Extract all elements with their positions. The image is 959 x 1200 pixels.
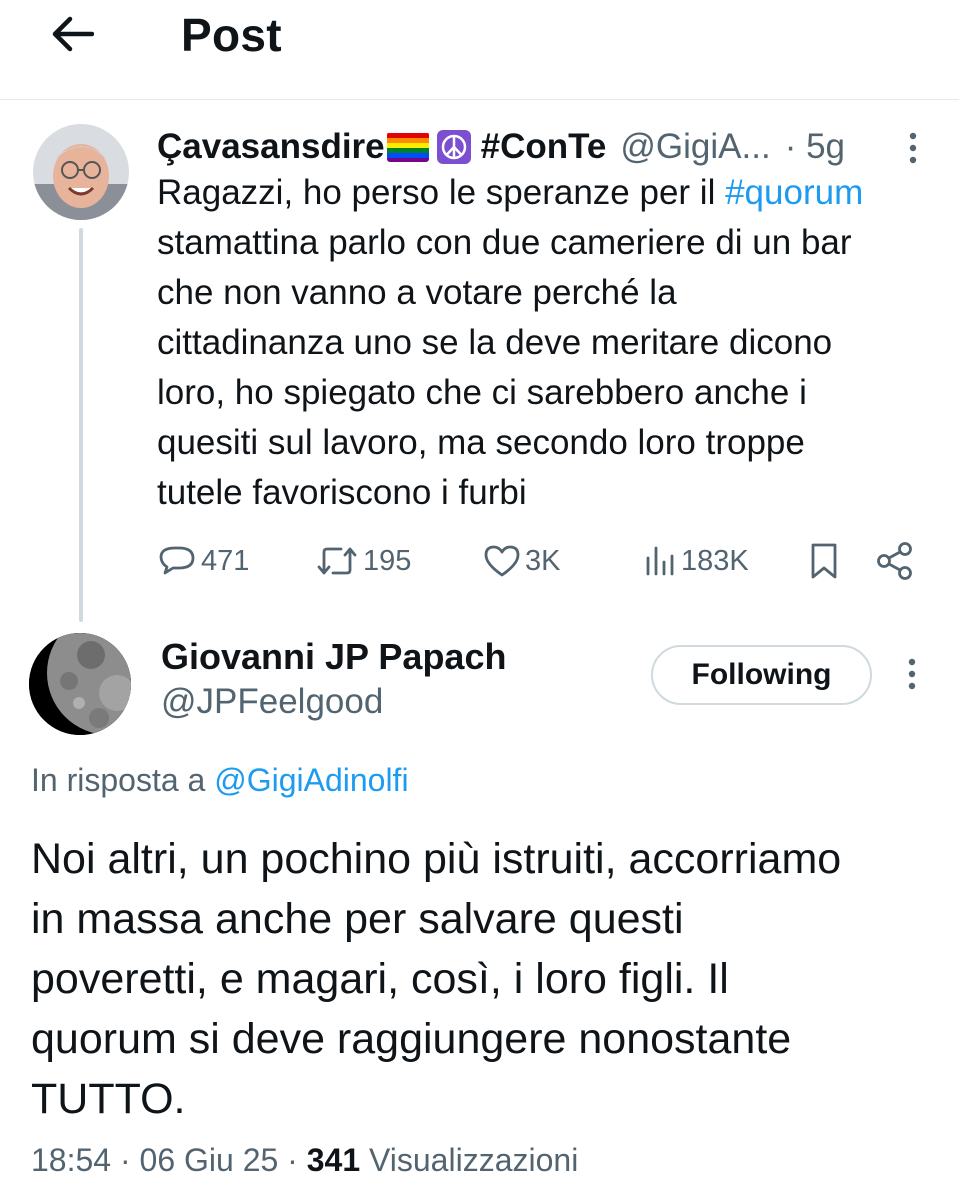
display-name-suffix[interactable]: #ConTe bbox=[481, 127, 607, 167]
peace-symbol-icon bbox=[436, 130, 471, 164]
text-segment: Ragazzi, ho perso le speranze per il bbox=[157, 173, 726, 212]
more-options-button[interactable] bbox=[897, 652, 927, 696]
like-icon bbox=[484, 545, 520, 577]
views-icon bbox=[646, 546, 674, 576]
tweet-text: Ragazzi, ho perso le speranze per il #qu… bbox=[157, 168, 947, 518]
reply-button[interactable]: 471 bbox=[157, 536, 249, 586]
views-button[interactable]: 183K bbox=[643, 536, 749, 586]
thread-connector bbox=[79, 228, 83, 622]
separator: · bbox=[119, 1142, 131, 1178]
repost-button[interactable]: 195 bbox=[315, 536, 411, 586]
bookmark-icon bbox=[811, 543, 837, 579]
timestamp[interactable]: · 5g bbox=[785, 127, 845, 167]
repost-icon bbox=[317, 547, 357, 575]
tweet-text-line: loro, ho spiegato che ci sarebbero anche… bbox=[157, 373, 807, 412]
like-count: 3K bbox=[525, 544, 561, 577]
tweet-author-row: Çavasansdire #ConTe @GigiA... · 5g bbox=[157, 124, 845, 170]
tweet-text-line: che non vanno a votare perché la bbox=[157, 273, 677, 312]
reply-count: 471 bbox=[201, 544, 250, 577]
time-ago: 5g bbox=[806, 127, 846, 166]
separator: · bbox=[784, 127, 797, 166]
tweet-text-line: tutele favoriscono i furbi bbox=[157, 473, 527, 512]
bookmark-button[interactable] bbox=[807, 536, 845, 586]
tweet-text-line: stamattina parlo con due cameriere di un… bbox=[157, 223, 852, 262]
back-button[interactable] bbox=[48, 10, 96, 58]
view-count: 183K bbox=[681, 544, 749, 577]
tweet-text-line: cittadinanza uno se la deve meritare dic… bbox=[157, 323, 833, 362]
reply-icon bbox=[159, 546, 195, 575]
tweet-text-line: TUTTO. bbox=[31, 1075, 186, 1123]
user-handle[interactable]: @JPFeelgood bbox=[161, 682, 383, 722]
more-options-button[interactable] bbox=[898, 126, 928, 170]
repost-count: 195 bbox=[363, 544, 412, 577]
more-icon bbox=[909, 132, 917, 164]
rainbow-flag-icon bbox=[386, 132, 429, 162]
separator: · bbox=[287, 1142, 298, 1178]
avatar[interactable] bbox=[33, 124, 129, 220]
avatar[interactable] bbox=[29, 633, 131, 735]
reply-context: In risposta a @GigiAdinolfi bbox=[31, 762, 409, 799]
views-count: 341 bbox=[306, 1142, 361, 1178]
tweet-text: Noi altri, un pochino più istruiti, acco… bbox=[31, 829, 941, 1129]
reply-mention-link[interactable]: @GigiAdinolfi bbox=[214, 762, 408, 798]
display-name[interactable]: Çavasansdire bbox=[157, 127, 385, 167]
hashtag-link[interactable]: #quorum bbox=[725, 173, 863, 212]
reply-prefix: In risposta a bbox=[31, 762, 215, 798]
page-title: Post bbox=[181, 9, 282, 61]
tweet-text-line: in massa anche per salvare questi bbox=[31, 895, 684, 943]
tweet-text-line: poveretti, e magari, così, i loro figli.… bbox=[31, 955, 729, 1003]
share-button[interactable] bbox=[875, 536, 919, 586]
display-name[interactable]: Giovanni JP Papach bbox=[161, 636, 506, 678]
more-icon bbox=[908, 658, 916, 690]
following-button[interactable]: Following bbox=[651, 645, 872, 705]
tweet-text-line: Ragazzi, ho perso le speranze per il #qu… bbox=[157, 168, 947, 218]
like-button[interactable]: 3K bbox=[483, 536, 560, 586]
share-icon bbox=[877, 542, 912, 580]
tweet-actions: 471 195 3K 183K bbox=[157, 536, 927, 586]
post-date[interactable]: 06 Giu 25 bbox=[140, 1142, 279, 1178]
top-bar: Post bbox=[0, 0, 959, 100]
user-handle[interactable]: @GigiA... bbox=[620, 127, 770, 167]
tweet-text-line: Noi altri, un pochino più istruiti, acco… bbox=[31, 835, 842, 883]
post-time[interactable]: 18:54 bbox=[31, 1142, 111, 1178]
views-label: Visualizzazioni bbox=[369, 1142, 579, 1178]
tweet-metadata: 18:54 · 06 Giu 25 · 341 Visualizzazioni bbox=[31, 1142, 578, 1179]
back-arrow-icon bbox=[52, 16, 94, 52]
tweet-text-line: quorum si deve raggiungere nonostante bbox=[31, 1015, 792, 1063]
tweet-text-line: quesiti sul lavoro, ma secondo loro trop… bbox=[157, 423, 805, 462]
